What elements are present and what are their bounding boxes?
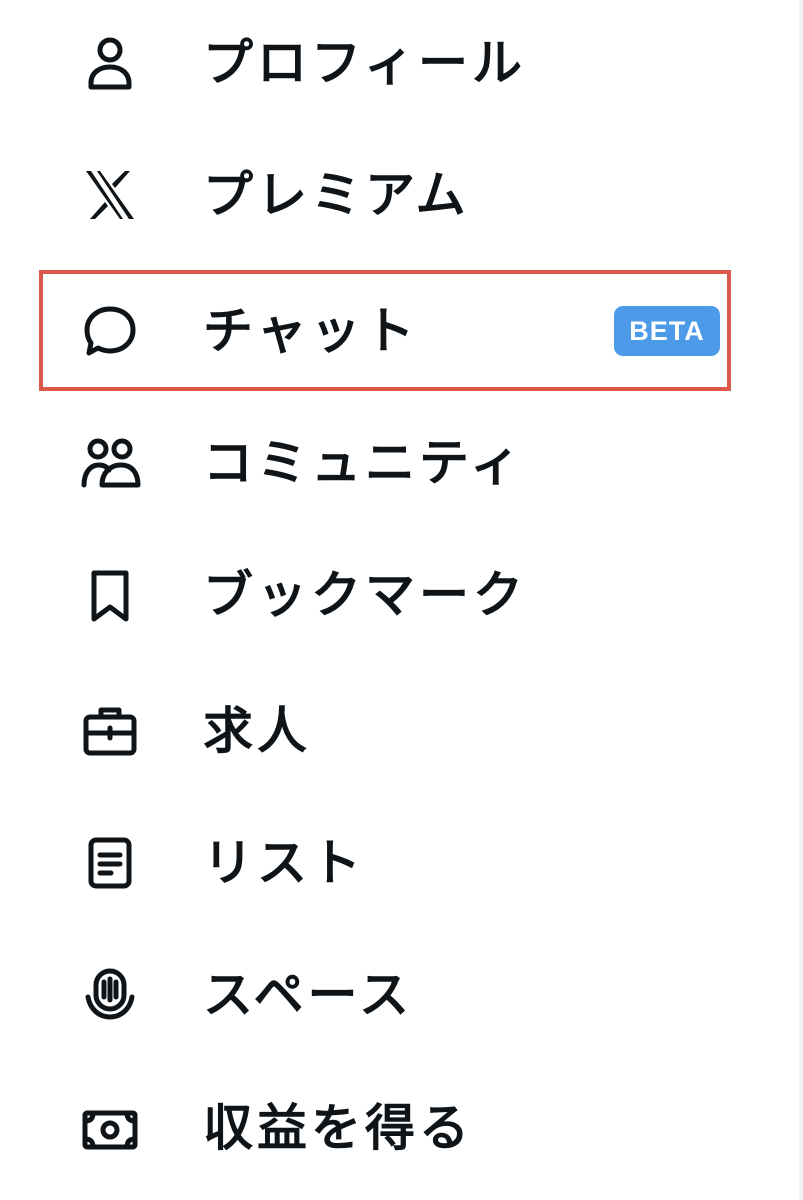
side-menu: プロフィール プレミアム チャット コミュニティ ブックマーク 求人 リスト ス…: [0, 0, 790, 1200]
communities-icon: [78, 431, 142, 495]
bookmark-icon: [78, 563, 142, 627]
menu-item-profile[interactable]: プロフィール: [0, 8, 790, 118]
menu-item-label: 求人: [203, 702, 311, 760]
spaces-microphone-icon: [78, 963, 142, 1027]
x-logo-icon: [78, 163, 142, 227]
menu-item-label: リスト: [203, 834, 365, 892]
money-icon: [78, 1098, 142, 1162]
menu-item-label: チャット: [203, 302, 419, 360]
menu-item-premium[interactable]: プレミアム: [0, 140, 790, 250]
menu-item-label: プレミアム: [203, 166, 470, 224]
menu-item-label: 収益を得る: [203, 1099, 473, 1157]
scrollbar-track: [799, 0, 803, 1200]
menu-item-monetization[interactable]: 収益を得る: [0, 1072, 790, 1182]
profile-icon: [78, 31, 142, 95]
menu-item-spaces[interactable]: スペース: [0, 940, 790, 1050]
chat-bubble-icon: [78, 299, 142, 363]
list-icon: [78, 831, 142, 895]
menu-item-label: プロフィール: [203, 34, 526, 92]
menu-item-label: スペース: [203, 966, 413, 1024]
beta-badge: BETA: [614, 306, 720, 356]
menu-item-jobs[interactable]: 求人: [0, 676, 790, 786]
briefcase-icon: [78, 699, 142, 763]
menu-item-lists[interactable]: リスト: [0, 808, 790, 918]
menu-item-bookmarks[interactable]: ブックマーク: [0, 540, 790, 650]
menu-item-communities[interactable]: コミュニティ: [0, 408, 790, 518]
menu-item-label: ブックマーク: [203, 566, 527, 624]
menu-item-label: コミュニティ: [203, 434, 524, 492]
